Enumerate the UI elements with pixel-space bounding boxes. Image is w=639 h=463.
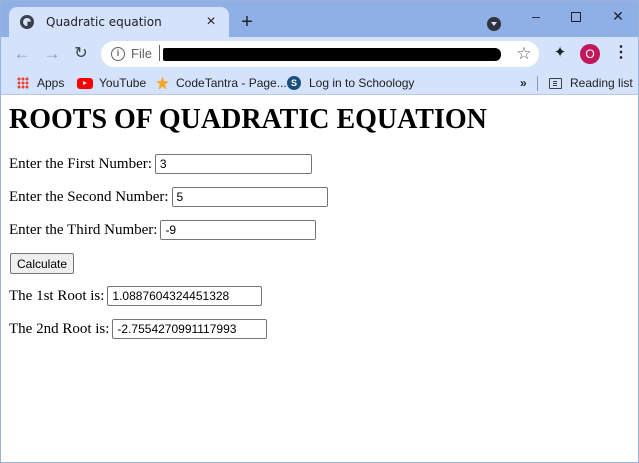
menu-icon[interactable]: ⋮	[613, 43, 629, 63]
third-number-label: Enter the Third Number:	[9, 221, 158, 238]
tab-strip: Quadratic equation × + – ✕	[1, 1, 638, 37]
reading-list-label: Reading list	[570, 76, 633, 90]
tab-close-icon[interactable]: ×	[201, 12, 221, 32]
bookmarks-divider	[537, 76, 538, 91]
page-content: ROOTS OF QUADRATIC EQUATION Enter the Fi…	[1, 96, 638, 462]
second-number-row: Enter the Second Number:	[9, 187, 328, 207]
redacted-url	[163, 48, 501, 61]
bookmark-youtube-label: YouTube	[99, 76, 147, 90]
back-button[interactable]: ←	[11, 43, 33, 65]
codetantra-icon	[156, 76, 169, 90]
root2-label: The 2nd Root is:	[9, 320, 110, 337]
page-title: ROOTS OF QUADRATIC EQUATION	[9, 104, 487, 135]
bookmark-schoology[interactable]: S Log in to Schoology	[287, 75, 414, 91]
first-number-input[interactable]	[154, 154, 312, 174]
first-number-row: Enter the First Number:	[9, 154, 312, 174]
profile-avatar[interactable]: O	[580, 44, 600, 64]
bookmark-codetantra[interactable]: CodeTantra - Page...	[156, 75, 287, 91]
schoology-icon: S	[287, 76, 301, 90]
new-tab-button[interactable]: +	[237, 12, 257, 32]
maximize-button[interactable]	[555, 1, 597, 31]
calculate-button[interactable]: Calculate	[10, 253, 75, 274]
second-number-input[interactable]	[171, 187, 328, 207]
root2-output[interactable]	[112, 319, 268, 339]
url-scheme: File	[131, 46, 152, 61]
close-window-button[interactable]: ✕	[597, 1, 639, 31]
reload-button[interactable]: ↻	[70, 43, 92, 65]
bookmark-youtube[interactable]: YouTube	[77, 75, 146, 91]
extensions-icon[interactable]: ✦	[551, 43, 569, 63]
root2-row: The 2nd Root is:	[9, 319, 268, 339]
first-number-label: Enter the First Number:	[9, 155, 152, 172]
url-separator	[159, 45, 160, 61]
maximize-icon	[571, 12, 581, 23]
tab-search-icon[interactable]	[487, 17, 501, 31]
browser-window: Quadratic equation × + – ✕ ← → ↻ i File …	[0, 0, 639, 463]
youtube-icon	[77, 77, 93, 89]
bookmarks-more-button[interactable]: »	[520, 75, 527, 91]
reading-list-icon	[549, 77, 562, 89]
third-number-row: Enter the Third Number:	[9, 220, 317, 240]
bookmark-codetantra-label: CodeTantra - Page...	[176, 76, 287, 90]
root1-row: The 1st Root is:	[9, 286, 263, 306]
reading-list-button[interactable]: Reading list	[549, 75, 633, 91]
bookmark-schoology-label: Log in to Schoology	[309, 76, 415, 90]
tab-title: Quadratic equation	[46, 15, 162, 29]
minimize-button[interactable]: –	[515, 1, 557, 31]
root1-label: The 1st Root is:	[9, 287, 105, 304]
bookmarks-bar: Apps YouTube CodeTantra - Page... S Log …	[1, 71, 638, 95]
bookmark-apps-label: Apps	[37, 76, 65, 90]
root1-output[interactable]	[107, 286, 263, 306]
info-icon[interactable]: i	[111, 47, 125, 61]
globe-icon	[20, 15, 34, 29]
apps-grid-icon	[17, 77, 29, 89]
third-number-input[interactable]	[160, 220, 317, 240]
bookmark-apps[interactable]: Apps	[17, 75, 64, 91]
address-bar[interactable]: i File ☆	[101, 41, 539, 67]
forward-button[interactable]: →	[41, 43, 63, 65]
tab-quadratic-equation[interactable]: Quadratic equation ×	[9, 7, 229, 37]
star-icon[interactable]: ☆	[515, 44, 533, 64]
toolbar: ← → ↻ i File ☆	[1, 37, 638, 71]
second-number-label: Enter the Second Number:	[9, 188, 169, 205]
